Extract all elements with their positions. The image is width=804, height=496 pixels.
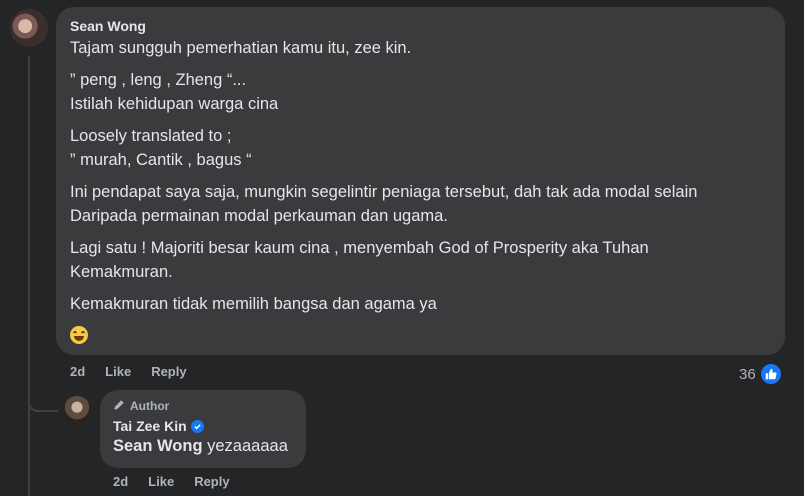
comment-timestamp[interactable]: 2d: [70, 364, 85, 379]
thumbs-up-icon: [758, 362, 783, 386]
comment-line: Loosely translated to ;: [70, 127, 232, 145]
comment-actions: 2d Like Reply: [70, 364, 207, 379]
reply-timestamp[interactable]: 2d: [113, 474, 128, 489]
comment-author[interactable]: Sean Wong: [70, 16, 771, 36]
avatar[interactable]: [10, 9, 48, 47]
comment-line: ” murah, Cantik , bagus “: [70, 151, 252, 169]
comment-paragraph: Loosely translated to ; ” murah, Cantik …: [70, 124, 771, 172]
reply-connector: [28, 388, 58, 412]
comment-paragraph: Tajam sungguh pemerhatian kamu itu, zee …: [70, 36, 771, 60]
reply-author-row: Tai Zee Kin: [113, 418, 293, 434]
pencil-icon: [113, 399, 125, 414]
reply-button[interactable]: Reply: [151, 364, 186, 379]
reply-avatar[interactable]: [63, 396, 91, 424]
comment-line: Tajam sungguh pemerhatian kamu itu, zee …: [70, 39, 412, 57]
comment-line: Ini pendapat saya saja, mungkin segelint…: [70, 183, 698, 201]
comment-paragraph: Ini pendapat saya saja, mungkin segelint…: [70, 180, 771, 228]
reply-bubble: Author Tai Zee Kin Sean Wong yezaaaaaa: [100, 390, 306, 468]
reaction-summary[interactable]: 36: [739, 362, 783, 386]
comment-line: Istilah kehidupan warga cina: [70, 95, 279, 113]
comment-line: Kemakmuran.: [70, 263, 173, 281]
like-button[interactable]: Like: [105, 364, 131, 379]
grinning-squinting-face-icon: [70, 326, 88, 344]
comment-paragraph: Lagi satu ! Majoriti besar kaum cina , m…: [70, 236, 771, 284]
comment-paragraph: Kemakmuran tidak memilih bangsa dan agam…: [70, 292, 771, 316]
reply-actions: 2d Like Reply: [113, 474, 250, 489]
reply-like-button[interactable]: Like: [148, 474, 174, 489]
comment-paragraph: ” peng , leng , Zheng “... Istilah kehid…: [70, 68, 771, 116]
reaction-count: 36: [739, 365, 756, 383]
mention-link[interactable]: Sean Wong: [113, 437, 203, 455]
comment-bubble: Sean Wong Tajam sungguh pemerhatian kamu…: [56, 7, 785, 355]
reply-author[interactable]: Tai Zee Kin: [113, 418, 187, 434]
thread-line: [28, 56, 30, 496]
author-badge: Author: [113, 398, 293, 414]
author-badge-label: Author: [130, 399, 170, 413]
comment-line: Lagi satu ! Majoriti besar kaum cina , m…: [70, 239, 649, 257]
comment-line: Daripada permainan modal perkauman dan u…: [70, 207, 448, 225]
reply-body: yezaaaaaa: [202, 437, 288, 455]
comment-line: ” peng , leng , Zheng “...: [70, 71, 247, 89]
reply-text: Sean Wong yezaaaaaa: [113, 437, 293, 456]
verified-badge-icon: [190, 419, 204, 433]
reply-reply-button[interactable]: Reply: [194, 474, 229, 489]
comment-line: Kemakmuran tidak memilih bangsa dan agam…: [70, 295, 437, 313]
